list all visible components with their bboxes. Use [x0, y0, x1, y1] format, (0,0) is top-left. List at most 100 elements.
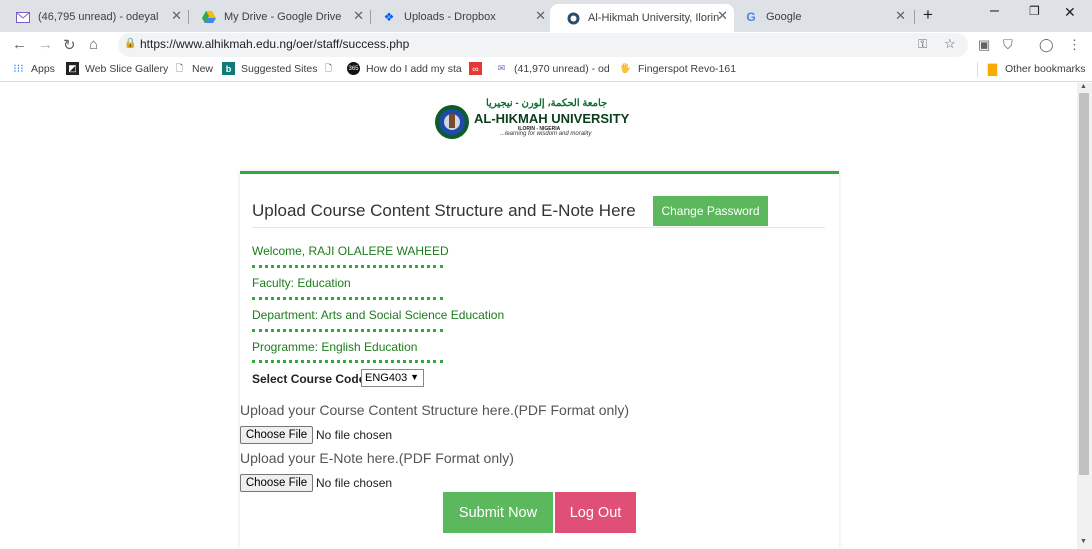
scroll-up-icon[interactable]: ▲	[1080, 83, 1087, 90]
mail-icon: ✉	[497, 63, 506, 73]
bookmark-365[interactable]: 365 How do I add my sta	[347, 62, 462, 75]
lock-icon: 🔒	[124, 38, 137, 49]
menu-icon[interactable]: ⋮	[1068, 37, 1081, 53]
reload-icon[interactable]: ↻	[63, 36, 76, 54]
bookmark-label: Suggested Sites	[241, 62, 318, 75]
shield-icon[interactable]: ⛉	[1003, 37, 1013, 53]
university-logo: جامعة الحكمة، إلورن - نيجيريا AL-HIKMAH …	[434, 98, 634, 144]
dotted-divider	[252, 265, 443, 268]
bookmark-app[interactable]: ∞	[469, 62, 488, 75]
drive-icon	[202, 10, 216, 24]
tab-title: My Drive - Google Drive	[224, 11, 342, 23]
google-icon: G	[746, 10, 756, 24]
tab-title: Google	[766, 11, 802, 23]
home-icon[interactable]: ⌂	[89, 36, 98, 53]
browser-toolbar: ← → ↻ ⌂ 🔒 https://www.alhikmah.edu.ng/oe…	[0, 32, 1092, 58]
university-name: AL-HIKMAH UNIVERSITY	[474, 111, 630, 126]
divider	[252, 227, 825, 228]
dropbox-icon: ❖	[383, 10, 395, 24]
scroll-thumb[interactable]	[1079, 93, 1089, 475]
choose-file-structure-button[interactable]: Choose File	[240, 426, 313, 444]
tab-separator	[914, 10, 915, 24]
dotted-divider	[252, 360, 443, 363]
app-icon: ∞	[469, 62, 482, 75]
university-motto: ...learning for wisdom and morality	[500, 131, 592, 137]
browser-chrome: (46,795 unread) - odeyale_keh ✕ My Drive…	[0, 0, 1092, 83]
tab-title: Uploads - Dropbox	[404, 11, 496, 23]
star-icon[interactable]: ☆	[944, 36, 956, 52]
department-text: Department: Arts and Social Science Educ…	[252, 308, 505, 322]
bookmark-label: Fingerspot Revo-161	[638, 62, 737, 75]
no-file-structure-text: No file chosen	[316, 428, 393, 442]
close-window-icon[interactable]: ✕	[1064, 4, 1076, 21]
address-bar[interactable]: 🔒 https://www.alhikmah.edu.ng/oer/staff/…	[118, 33, 968, 57]
bookmark-new[interactable]: 🗋 New	[173, 62, 213, 75]
restore-icon[interactable]: ❐	[1029, 4, 1040, 18]
page-scrollbar[interactable]: ▲ ▼	[1077, 83, 1092, 549]
bookmark-blank[interactable]: 🗋	[322, 62, 341, 75]
profile-icon[interactable]: ◯	[1039, 37, 1054, 53]
bookmark-label: How do I add my sta	[366, 62, 462, 75]
programme-text: Programme: English Education	[252, 340, 418, 354]
course-code-value: ENG403	[365, 372, 408, 384]
bookmark-other[interactable]: ▇ Other bookmarks	[986, 61, 1086, 76]
webslice-icon: ◩	[66, 62, 79, 75]
dotted-divider	[252, 329, 443, 332]
dropdown-arrow-icon: ▼	[410, 372, 419, 382]
bookmark-suggested[interactable]: b Suggested Sites	[222, 62, 317, 75]
bookmark-web-slice[interactable]: ◩ Web Slice Gallery	[66, 62, 168, 75]
365-icon: 365	[347, 62, 360, 75]
bing-icon: b	[222, 62, 235, 75]
minimize-icon[interactable]: –	[990, 2, 999, 20]
tab-gmail[interactable]: (46,795 unread) - odeyale_keh ✕	[0, 4, 188, 30]
bookmark-divider	[977, 62, 978, 77]
tab-drive[interactable]: My Drive - Google Drive ✕	[186, 4, 370, 30]
course-code-select[interactable]: ENG403 ▼	[361, 369, 424, 387]
course-code-label: Select Course Code	[252, 372, 366, 386]
fingerspot-icon: 🖐	[619, 63, 632, 73]
tab-title: Al-Hikmah University, Ilorin | A	[588, 12, 720, 24]
close-icon[interactable]: ✕	[171, 8, 182, 24]
bookmark-apps[interactable]: ⁝⁝⁝ Apps	[12, 62, 55, 76]
upload-card: Upload Course Content Structure and E-No…	[240, 171, 839, 549]
bookmarks-bar: ⁝⁝⁝ Apps ◩ Web Slice Gallery 🗋 New b Sug…	[0, 58, 1092, 82]
key-icon[interactable]: ⚿	[918, 37, 927, 52]
upload-structure-label: Upload your Course Content Structure her…	[240, 402, 630, 418]
url-text[interactable]: https://www.alhikmah.edu.ng/oer/staff/su…	[140, 37, 409, 51]
no-file-enote-text: No file chosen	[316, 476, 393, 490]
close-icon[interactable]: ✕	[717, 8, 728, 24]
close-icon[interactable]: ✕	[535, 8, 546, 24]
logout-button[interactable]: Log Out	[555, 492, 636, 533]
close-icon[interactable]: ✕	[895, 8, 906, 24]
page-icon: 🗋	[175, 62, 184, 73]
change-password-button[interactable]: Change Password	[653, 196, 768, 226]
bookmark-label: Web Slice Gallery	[85, 62, 169, 75]
close-icon[interactable]: ✕	[353, 8, 364, 24]
page-title: Upload Course Content Structure and E-No…	[252, 201, 636, 220]
scroll-down-icon[interactable]: ▼	[1080, 538, 1087, 545]
bookmark-label: Other bookmarks	[1005, 62, 1086, 75]
tab-strip: (46,795 unread) - odeyale_keh ✕ My Drive…	[0, 0, 1092, 32]
new-tab-icon[interactable]: +	[923, 5, 933, 25]
tab-dropbox[interactable]: ❖ Uploads - Dropbox ✕	[366, 4, 552, 30]
faculty-text: Faculty: Education	[252, 276, 351, 290]
site-icon	[566, 11, 580, 25]
tab-alhikmah[interactable]: Al-Hikmah University, Ilorin | A ✕	[550, 4, 734, 32]
gmail-icon	[16, 10, 30, 24]
bookmark-label: (41,970 unread) - od	[514, 62, 610, 75]
apps-icon: ⁝⁝⁝	[13, 63, 24, 75]
back-icon[interactable]: ←	[12, 36, 27, 53]
choose-file-enote-button[interactable]: Choose File	[240, 474, 313, 492]
tab-google[interactable]: G Google ✕	[728, 4, 912, 30]
extension-icon[interactable]: ▣	[978, 37, 990, 53]
page-icon: 🗋	[324, 62, 333, 73]
submit-button[interactable]: Submit Now	[443, 492, 553, 533]
bookmark-label: Apps	[31, 62, 55, 75]
arabic-name: جامعة الحكمة، إلورن - نيجيريا	[486, 98, 608, 109]
welcome-text: Welcome, RAJI OLALERE WAHEED	[252, 244, 449, 258]
bookmark-fingerspot[interactable]: 🖐 Fingerspot Revo-161	[619, 62, 736, 75]
bookmark-mail[interactable]: ✉ (41,970 unread) - od	[495, 62, 610, 75]
tab-title: (46,795 unread) - odeyale_keh	[38, 11, 158, 23]
folder-icon: ▇	[987, 61, 998, 76]
forward-icon[interactable]: →	[38, 36, 53, 53]
